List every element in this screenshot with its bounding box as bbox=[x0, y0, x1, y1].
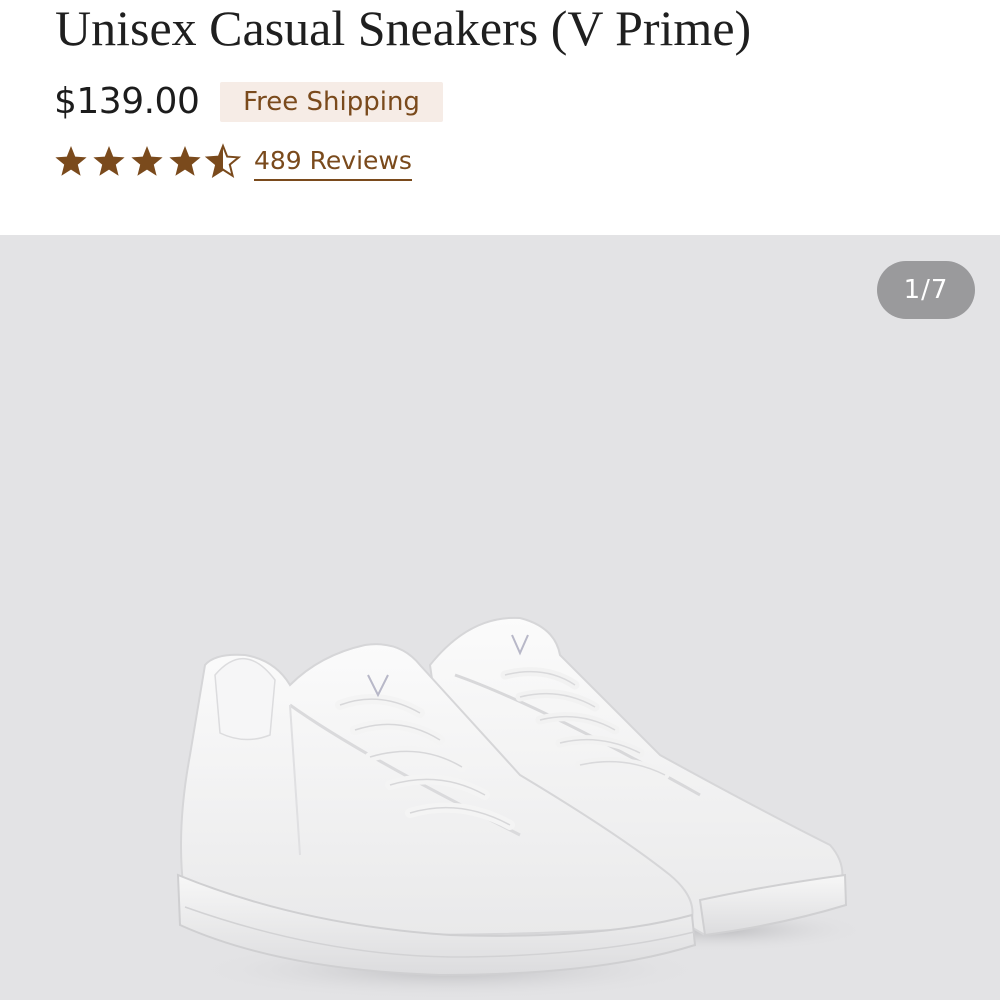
free-shipping-badge: Free Shipping bbox=[220, 82, 443, 122]
sneakers-image bbox=[176, 616, 870, 1000]
product-image-gallery[interactable]: 1/7 bbox=[0, 235, 1000, 1000]
reviews-link[interactable]: 489 Reviews bbox=[254, 143, 412, 181]
product-price: $139.00 bbox=[54, 81, 200, 122]
star-full-icon bbox=[169, 146, 201, 176]
star-full-icon bbox=[131, 146, 163, 176]
product-title: Unisex Casual Sneakers (V Prime) bbox=[55, 0, 752, 56]
product-header: Unisex Casual Sneakers (V Prime) $139.00… bbox=[0, 0, 1000, 235]
star-rating bbox=[55, 145, 240, 177]
image-counter-badge: 1/7 bbox=[877, 261, 975, 319]
star-full-icon bbox=[55, 146, 87, 176]
star-half-icon bbox=[206, 145, 240, 177]
star-full-icon bbox=[93, 146, 125, 176]
